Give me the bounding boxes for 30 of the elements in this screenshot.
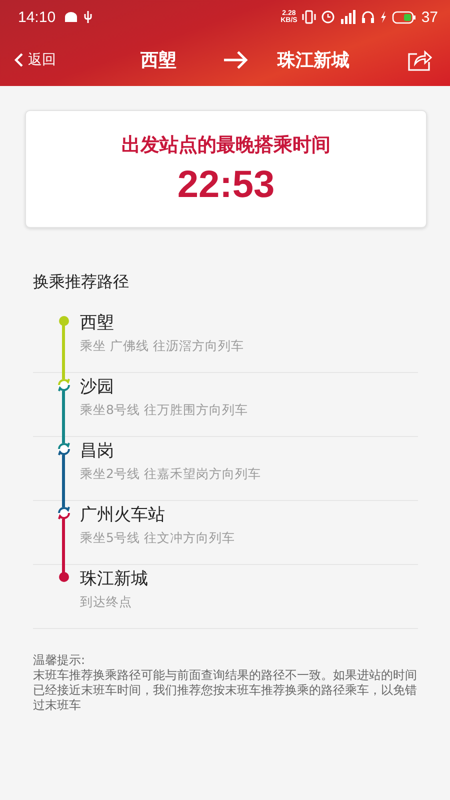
signal-icon	[340, 10, 356, 24]
alarm-icon	[321, 10, 336, 24]
route-detail: 乘坐8号线 往万胜围方向列车	[80, 402, 248, 419]
share-icon[interactable]	[408, 49, 432, 71]
headset-icon	[361, 10, 376, 24]
battery-icon	[392, 10, 416, 24]
destination-station: 珠江新城	[276, 49, 350, 72]
charging-icon	[380, 11, 388, 23]
arrow-icon	[223, 50, 249, 70]
last-train-time: 22:53	[177, 164, 275, 206]
origin-station: 西塱	[140, 49, 178, 72]
route-detail: 乘坐2号线 往嘉禾望岗方向列车	[80, 466, 261, 483]
status-time: 14:10	[18, 8, 56, 26]
station-name: 沙园	[80, 376, 115, 398]
station-name: 昌岗	[80, 440, 115, 462]
usb-icon	[82, 10, 93, 24]
tip-text: 末班车推荐换乘路径可能与前面查询结果的路径不一致。如果进站的时间已经接近末班车时间，我们推荐您按末班车推荐换乘的路径乘车，以免错过末班车	[33, 668, 418, 713]
station-name: 广州火车站	[80, 504, 166, 526]
card-title: 出发站点的最晚搭乘时间	[122, 132, 330, 158]
back-button[interactable]: 返回	[14, 51, 94, 69]
station-name: 珠江新城	[80, 568, 148, 590]
battery-level: 37	[421, 8, 438, 26]
route-detail: 乘坐5号线 往文冲方向列车	[80, 530, 235, 547]
section-title: 换乘推荐路径	[33, 272, 130, 293]
tip-title: 温馨提示:	[33, 653, 86, 668]
vibrate-icon	[302, 10, 316, 24]
route-detail: 到达终点	[80, 594, 133, 611]
route-detail: 乘坐 广佛线 往沥滘方向列车	[80, 338, 244, 355]
station-name: 西塱	[80, 312, 115, 334]
back-icon	[14, 53, 24, 67]
